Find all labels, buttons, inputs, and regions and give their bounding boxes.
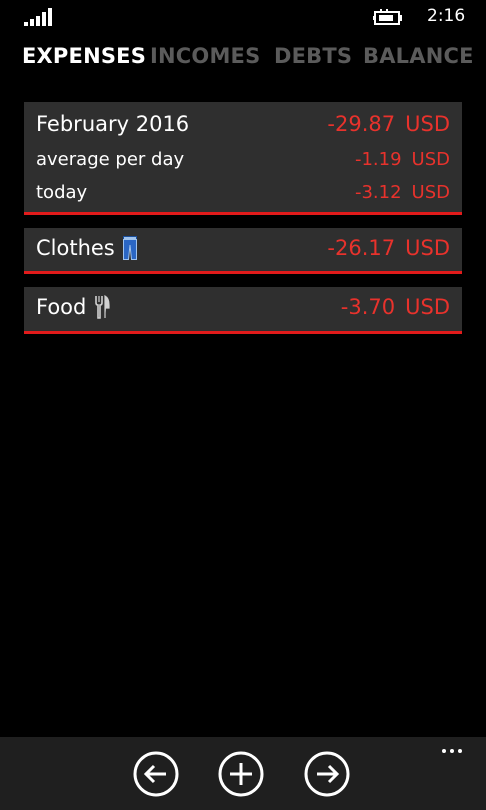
today-row: today -3.12 USD: [36, 182, 450, 203]
category-clothes-label: Clothes: [36, 236, 137, 260]
app-bar: [0, 737, 486, 810]
month-total-currency: USD: [405, 112, 450, 136]
tab-incomes[interactable]: INCOMES: [150, 44, 260, 68]
jeans-icon: [122, 236, 137, 260]
month-label: February 2016: [36, 112, 190, 136]
next-arrow-icon: [304, 751, 350, 797]
average-per-day-currency: USD: [411, 149, 450, 170]
category-name: Clothes: [36, 236, 115, 260]
category-value: -26.17: [327, 236, 396, 260]
month-total-amount: -29.87 USD: [327, 112, 450, 136]
category-clothes-card[interactable]: Clothes -26.17 USD: [24, 228, 462, 274]
add-button[interactable]: [218, 751, 264, 797]
add-icon: [218, 751, 264, 797]
category-row: Food -3.70 USD: [36, 295, 450, 319]
average-per-day-amount: -1.19 USD: [355, 149, 450, 170]
today-value: -3.12: [354, 182, 402, 203]
pivot-header: EXPENSES INCOMES DEBTS BALANCE: [22, 44, 486, 78]
category-currency: USD: [405, 295, 450, 319]
signal-icon: [24, 8, 54, 30]
category-clothes-amount: -26.17 USD: [327, 236, 450, 260]
clock-time: 2:16: [427, 6, 466, 26]
expenses-page: 2:16 EXPENSES INCOMES DEBTS BALANCE Febr…: [0, 0, 486, 810]
month-total-row: February 2016 -29.87 USD: [36, 112, 450, 136]
average-per-day-value: -1.19: [354, 149, 402, 170]
month-summary-card[interactable]: February 2016 -29.87 USD average per day …: [24, 102, 462, 215]
tab-expenses[interactable]: EXPENSES: [22, 44, 146, 68]
tab-balance[interactable]: BALANCE: [363, 44, 474, 68]
average-per-day-row: average per day -1.19 USD: [36, 149, 450, 170]
today-currency: USD: [411, 182, 450, 203]
category-food-label: Food: [36, 295, 110, 319]
next-button[interactable]: [304, 751, 350, 797]
previous-button[interactable]: [133, 751, 179, 797]
today-label: today: [36, 182, 88, 203]
tab-debts[interactable]: DEBTS: [274, 44, 352, 68]
category-name: Food: [36, 295, 87, 319]
category-row: Clothes -26.17 USD: [36, 236, 450, 260]
category-food-card[interactable]: Food -3.70 USD: [24, 287, 462, 334]
status-bar: 2:16: [0, 0, 486, 36]
average-per-day-label: average per day: [36, 149, 185, 170]
today-amount: -3.12 USD: [355, 182, 450, 203]
category-food-amount: -3.70 USD: [341, 295, 450, 319]
month-total-value: -29.87: [327, 112, 396, 136]
category-value: -3.70: [340, 295, 396, 319]
battery-charging-icon: [373, 9, 405, 31]
more-dots-icon[interactable]: [442, 749, 462, 753]
previous-arrow-icon: [133, 751, 179, 797]
fork-knife-icon: [94, 295, 110, 319]
category-currency: USD: [405, 236, 450, 260]
